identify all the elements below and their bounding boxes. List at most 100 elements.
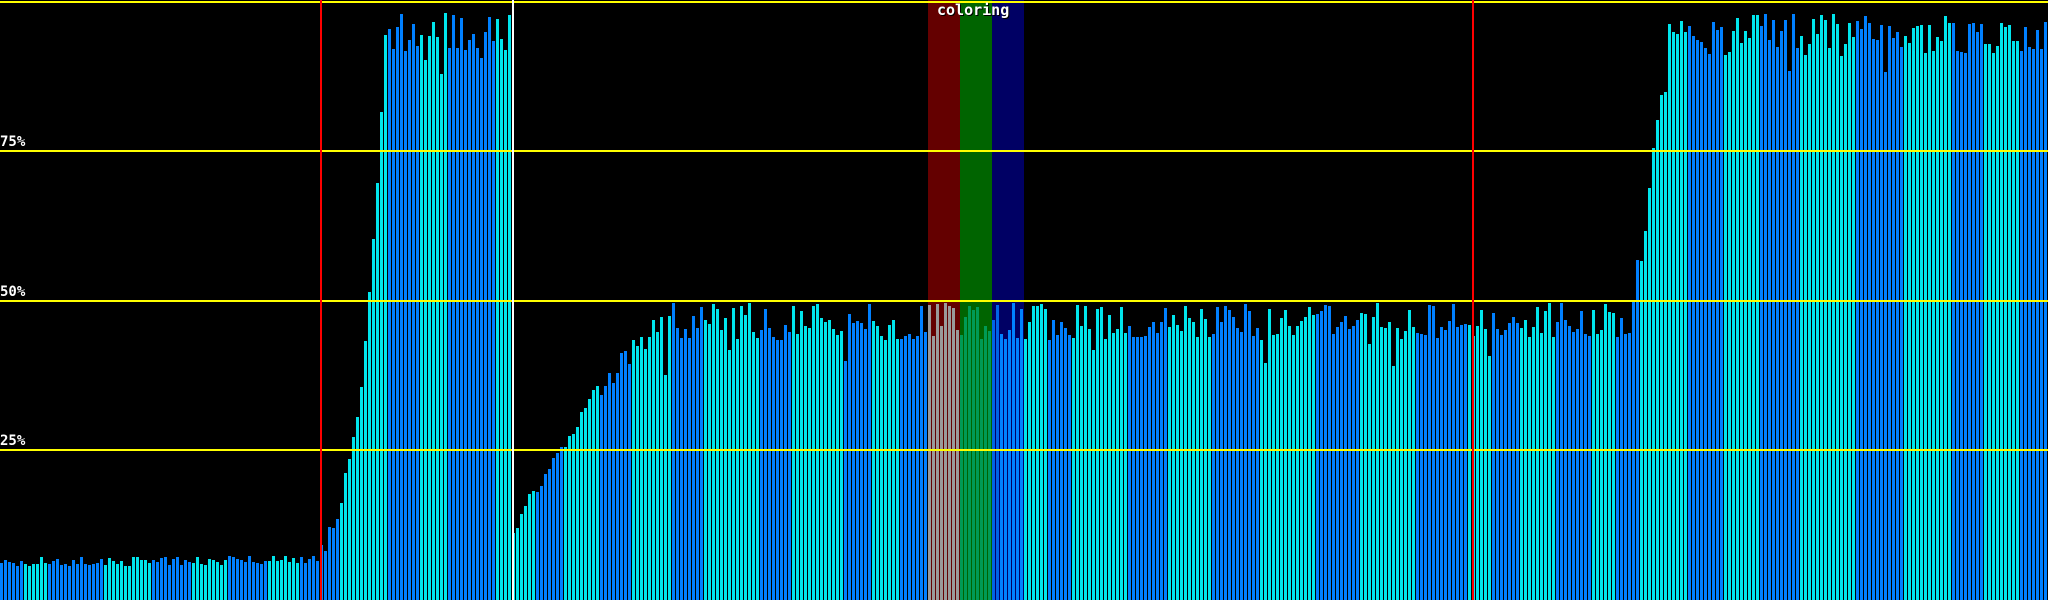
usage-bar bbox=[816, 304, 819, 600]
usage-bar bbox=[1664, 92, 1667, 600]
usage-bar bbox=[1832, 14, 1835, 600]
usage-bar bbox=[448, 48, 451, 600]
usage-bar bbox=[1524, 320, 1527, 600]
usage-bar bbox=[1676, 34, 1679, 600]
usage-bar bbox=[972, 310, 975, 600]
usage-bar bbox=[868, 304, 871, 600]
usage-bar bbox=[1628, 333, 1631, 600]
usage-bar bbox=[1504, 330, 1507, 600]
usage-bar bbox=[264, 561, 267, 600]
y-axis-label-75pct: 75% bbox=[0, 134, 26, 150]
usage-bar bbox=[1116, 329, 1119, 600]
usage-bar bbox=[428, 36, 431, 600]
usage-bar bbox=[216, 562, 219, 600]
usage-bar bbox=[864, 329, 867, 600]
usage-bar bbox=[568, 436, 571, 600]
usage-bar bbox=[892, 320, 895, 600]
usage-bar bbox=[644, 349, 647, 600]
usage-bar bbox=[1912, 28, 1915, 600]
usage-bar bbox=[1412, 327, 1415, 600]
usage-bar bbox=[588, 399, 591, 600]
usage-bar bbox=[1000, 334, 1003, 600]
usage-bar bbox=[1272, 335, 1275, 600]
usage-bar bbox=[1444, 330, 1447, 600]
usage-bar bbox=[1448, 321, 1451, 600]
usage-bar bbox=[1276, 334, 1279, 600]
usage-bar bbox=[44, 563, 47, 600]
usage-bar bbox=[312, 556, 315, 600]
usage-bar bbox=[884, 340, 887, 600]
usage-bar bbox=[500, 39, 503, 600]
usage-bar bbox=[728, 350, 731, 600]
usage-bar bbox=[932, 336, 935, 600]
usage-bar bbox=[128, 566, 131, 600]
usage-bar bbox=[116, 564, 119, 600]
usage-bar bbox=[1024, 339, 1027, 600]
usage-bar bbox=[1216, 307, 1219, 600]
usage-bar bbox=[1256, 328, 1259, 600]
usage-bar bbox=[1196, 337, 1199, 600]
usage-bar bbox=[1420, 334, 1423, 600]
usage-bar bbox=[692, 316, 695, 600]
usage-bar bbox=[1596, 334, 1599, 600]
usage-bar bbox=[2020, 51, 2023, 600]
usage-bar bbox=[1744, 31, 1747, 600]
usage-bar bbox=[764, 309, 767, 600]
usage-bar bbox=[1588, 336, 1591, 600]
usage-bar bbox=[956, 330, 959, 600]
usage-bar bbox=[1136, 337, 1139, 600]
usage-bar bbox=[1928, 25, 1931, 600]
usage-bar bbox=[1496, 329, 1499, 600]
usage-bar bbox=[1940, 41, 1943, 600]
usage-bar bbox=[600, 395, 603, 600]
usage-bar bbox=[340, 503, 343, 600]
usage-bar bbox=[1836, 24, 1839, 600]
usage-bar bbox=[1016, 338, 1019, 600]
usage-bar bbox=[1324, 305, 1327, 600]
usage-bar bbox=[1516, 323, 1519, 600]
usage-bar bbox=[548, 469, 551, 600]
usage-bar bbox=[196, 557, 199, 600]
usage-bar bbox=[756, 338, 759, 600]
usage-bar bbox=[852, 323, 855, 600]
usage-bar bbox=[36, 564, 39, 600]
usage-bar bbox=[1012, 303, 1015, 600]
usage-bar bbox=[108, 558, 111, 600]
usage-bar bbox=[1384, 328, 1387, 600]
usage-bar bbox=[12, 563, 15, 600]
usage-bar bbox=[1536, 307, 1539, 600]
usage-bar bbox=[1304, 317, 1307, 600]
usage-bar bbox=[908, 334, 911, 600]
usage-bar bbox=[300, 557, 303, 600]
usage-bar bbox=[640, 337, 643, 600]
usage-bar bbox=[1312, 315, 1315, 600]
usage-bar bbox=[1756, 15, 1759, 600]
usage-bar bbox=[760, 330, 763, 600]
usage-bar bbox=[96, 563, 99, 600]
usage-bar bbox=[184, 560, 187, 600]
usage-bar bbox=[492, 41, 495, 600]
usage-bar bbox=[700, 307, 703, 600]
usage-bar bbox=[900, 339, 903, 600]
usage-bar bbox=[1660, 95, 1663, 600]
usage-bar bbox=[16, 566, 19, 600]
usage-bar bbox=[220, 565, 223, 600]
usage-bar bbox=[80, 557, 83, 600]
usage-bar bbox=[788, 332, 791, 600]
usage-bar bbox=[596, 386, 599, 600]
usage-bar bbox=[1352, 326, 1355, 600]
usage-bar bbox=[1452, 304, 1455, 600]
usage-bar bbox=[272, 556, 275, 600]
usage-bar bbox=[580, 412, 583, 600]
usage-bar bbox=[1456, 327, 1459, 600]
usage-bar bbox=[744, 315, 747, 600]
usage-bar bbox=[1224, 306, 1227, 600]
usage-bar bbox=[920, 306, 923, 600]
usage-bar bbox=[232, 557, 235, 600]
usage-bar bbox=[1220, 322, 1223, 600]
usage-bar bbox=[780, 340, 783, 600]
usage-bar bbox=[1044, 309, 1047, 600]
usage-bar bbox=[812, 306, 815, 600]
usage-bar bbox=[40, 557, 43, 600]
usage-bar bbox=[1380, 327, 1383, 600]
